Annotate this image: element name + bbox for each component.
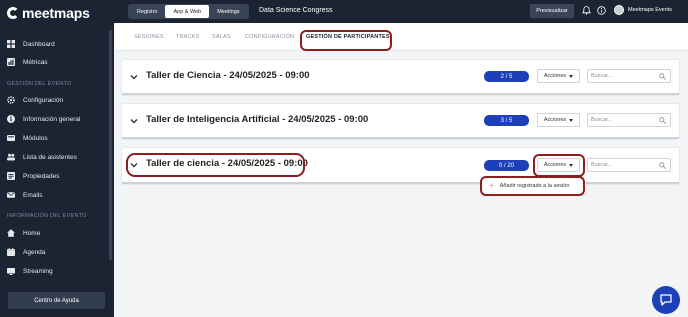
sidebar-item-label: Lista de asistentes [23, 153, 77, 161]
event-title: Data Science Congress [259, 7, 333, 14]
tab-tracks[interactable]: TRACKS [176, 34, 200, 40]
logo[interactable]: meetmaps [7, 5, 90, 21]
chat-button[interactable] [652, 286, 680, 314]
card-divider [122, 93, 679, 95]
sidebar-item-home[interactable]: Home [7, 229, 40, 237]
grid-icon [7, 40, 15, 48]
sidebar-item-configuracion[interactable]: Configuración [7, 96, 63, 104]
calendar-icon [7, 248, 15, 256]
session-card: Taller de Inteligencia Artificial - 24/0… [122, 104, 679, 139]
logo-text: meetmaps [22, 5, 90, 21]
gear-icon [7, 96, 15, 104]
session-card: Taller de ciencia - 24/05/2025 - 09:00 0… [122, 148, 679, 184]
sidebar-scrollbar[interactable] [109, 30, 112, 260]
sidebar: meetmaps Dashboard Métricas GESTIÓN DEL … [0, 0, 114, 317]
top-bar: Registro App & Web Meetings Data Science… [114, 0, 688, 23]
subtabs-bar: SESIONES TRACKS SALAS CONFIGURACIÓN GEST… [114, 23, 688, 51]
sidebar-item-dashboard[interactable]: Dashboard [7, 40, 55, 48]
sidebar-item-label: Propiedades [23, 172, 60, 180]
tab-salas[interactable]: SALAS [212, 34, 231, 40]
participant-count-badge: 2 / 5 [484, 71, 529, 82]
session-card: Taller de Ciencia - 24/05/2025 - 09:00 2… [122, 60, 679, 95]
user-menu[interactable]: Meetmaps Events [614, 5, 672, 15]
caret-down-icon [569, 163, 574, 167]
sidebar-item-label: Módulos [23, 134, 48, 142]
sidebar-item-label: Configuración [23, 96, 64, 104]
sidebar-item-agenda[interactable]: Agenda [7, 248, 45, 256]
info-icon[interactable] [597, 6, 606, 15]
sidebar-item-label: Dashboard [23, 40, 55, 48]
home-icon [7, 229, 15, 237]
card-divider [122, 137, 679, 139]
app-mode-switch: Registro App & Web Meetings [128, 4, 249, 19]
participant-count-badge: 3 / 5 [484, 115, 529, 126]
actions-label: Acciones [543, 162, 567, 168]
sidebar-item-label: Métricas [23, 58, 48, 66]
chart-icon [7, 58, 15, 66]
search-input[interactable]: Buscar... [587, 113, 671, 127]
sidebar-item-informacion-general[interactable]: Información general [7, 115, 80, 123]
sidebar-item-emails[interactable]: Emails [7, 191, 43, 199]
search-input[interactable]: Buscar... [587, 69, 671, 83]
help-center-button[interactable]: Centro de Ayuda [8, 292, 105, 309]
tab-sesiones[interactable]: SESIONES [134, 34, 164, 40]
search-icon[interactable] [659, 162, 666, 169]
plus-icon: + [489, 181, 494, 190]
sidebar-item-label: Información general [23, 115, 81, 123]
caret-down-icon [569, 118, 574, 122]
tab-configuracion[interactable]: CONFIGURACIÓN [245, 34, 294, 40]
sidebar-item-label: Streaming [23, 267, 53, 275]
bell-icon[interactable] [582, 6, 591, 15]
actions-label: Acciones [543, 73, 567, 79]
actions-dropdown-button[interactable]: Acciones [537, 113, 580, 127]
actions-label: Acciones [543, 117, 567, 123]
segment-registro[interactable]: Registro [129, 5, 165, 18]
search-input[interactable]: Buscar... [587, 158, 671, 172]
user-name: Meetmaps Events [628, 7, 673, 13]
section-label-gestion: GESTIÓN DEL EVENTO [7, 81, 72, 87]
users-icon [7, 153, 15, 161]
caret-down-icon [569, 74, 574, 78]
participant-count-badge: 0 / 20 [484, 160, 529, 171]
add-registered-option[interactable]: Añadir registrado a la sesión [500, 183, 570, 189]
search-icon[interactable] [659, 117, 666, 124]
modules-icon [7, 134, 15, 142]
search-icon[interactable] [659, 73, 666, 80]
session-title[interactable]: Taller de ciencia - 24/05/2025 - 09:00 [146, 158, 308, 169]
card-divider [122, 182, 679, 184]
chevron-down-icon[interactable] [130, 73, 138, 81]
sidebar-item-metricas[interactable]: Métricas [7, 58, 48, 66]
chevron-down-icon[interactable] [130, 161, 138, 169]
search-placeholder: Buscar... [591, 73, 613, 79]
actions-dropdown-menu[interactable]: + Añadir registrado a la sesión [482, 177, 586, 194]
session-title[interactable]: Taller de Ciencia - 24/05/2025 - 09:00 [146, 70, 310, 81]
sidebar-item-label: Agenda [23, 248, 46, 256]
sidebar-item-lista-asistentes[interactable]: Lista de asistentes [7, 153, 77, 161]
logo-icon [7, 7, 19, 19]
segment-meetings[interactable]: Meetings [209, 5, 247, 18]
avatar [614, 5, 624, 15]
info-icon [7, 115, 15, 123]
actions-dropdown-button[interactable]: Acciones [537, 158, 580, 172]
list-icon [7, 172, 15, 180]
search-placeholder: Buscar... [591, 117, 613, 123]
search-placeholder: Buscar... [591, 162, 613, 168]
sidebar-item-streaming[interactable]: Streaming [7, 267, 53, 275]
sidebar-item-label: Emails [23, 191, 43, 199]
chat-icon [660, 294, 672, 306]
sidebar-item-label: Home [23, 229, 41, 237]
segment-app-web[interactable]: App & Web [165, 5, 210, 18]
chevron-down-icon[interactable] [130, 117, 138, 125]
sidebar-item-propiedades[interactable]: Propiedades [7, 172, 60, 180]
mail-icon [7, 191, 15, 199]
streaming-icon [7, 267, 15, 275]
actions-dropdown-button[interactable]: Acciones [537, 69, 580, 83]
session-title[interactable]: Taller de Inteligencia Artificial - 24/0… [146, 114, 368, 125]
section-label-informacion: INFORMACIÓN DEL EVENTO [7, 213, 87, 219]
tab-gestion-participantes[interactable]: GESTIÓN DE PARTICIPANTES [306, 34, 390, 40]
preview-button[interactable]: Previsualizar [530, 4, 574, 18]
sidebar-item-modulos[interactable]: Módulos [7, 134, 48, 142]
